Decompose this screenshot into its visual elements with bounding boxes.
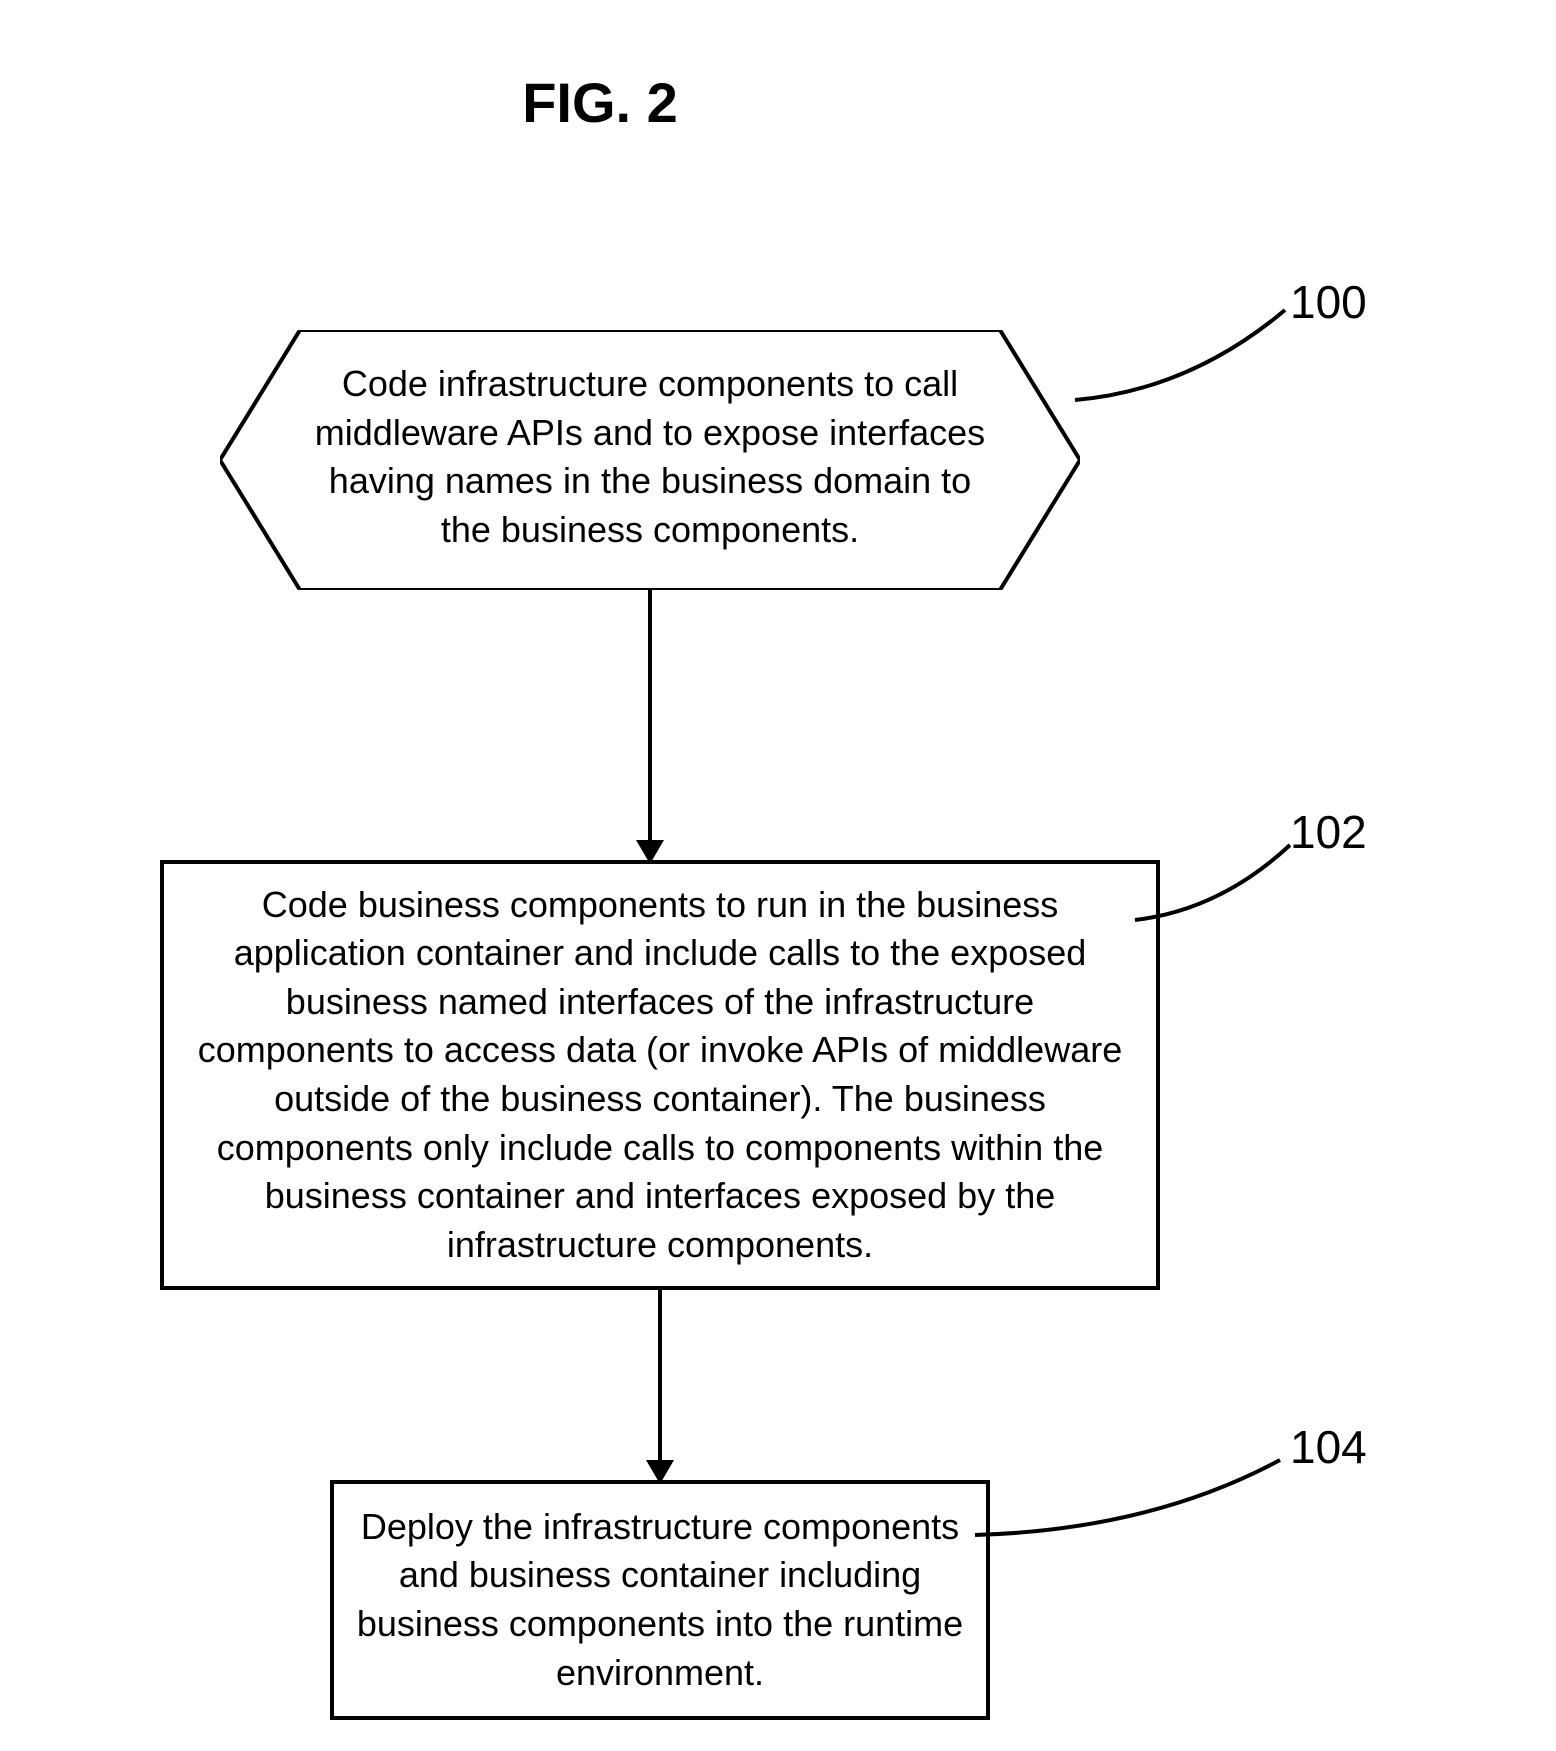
step-104-box: Deploy the infrastructure components and… [330,1480,990,1720]
step-100-hexagon: Code infrastructure components to call m… [220,330,1080,590]
step-104-ref: 104 [1290,1420,1367,1474]
step-102-box: Code business components to run in the b… [160,860,1160,1290]
flowchart-canvas: FIG. 2 Code infrastructure components to… [0,0,1556,1751]
step-104-text: Deploy the infrastructure components and… [356,1503,964,1697]
arrow-2-line [658,1290,662,1470]
figure-title: FIG. 2 [0,70,1200,135]
step-102-text: Code business components to run in the b… [186,881,1134,1270]
arrow-1-line [648,590,652,850]
step-102-ref: 102 [1290,805,1367,859]
step-100-ref: 100 [1290,275,1367,329]
step-100-text: Code infrastructure components to call m… [300,360,1000,554]
